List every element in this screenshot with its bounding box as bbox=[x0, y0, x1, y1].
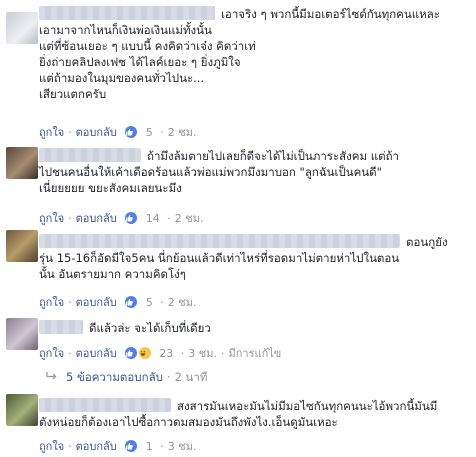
avatar[interactable] bbox=[6, 12, 38, 44]
like-icon bbox=[124, 439, 139, 453]
like-link[interactable]: ถูกใจ bbox=[39, 209, 64, 227]
timestamp[interactable]: 2 ชม. bbox=[168, 293, 197, 311]
comment-line: ถ้ามึงล้มตายไปเลยก็ดีจะได้ไม่เป็นภาระสัง… bbox=[147, 149, 400, 163]
like-link[interactable]: ถูกใจ bbox=[39, 123, 64, 141]
comment-text: ถ้ามึงล้มตายไปเลยก็ดีจะได้ไม่เป็นภาระสัง… bbox=[39, 148, 469, 196]
reaction-summary[interactable]: 14 bbox=[124, 211, 160, 225]
comment-line: ยิ่งถ่ายคลิปลงเฟซ ได้ไลค์เยอะ ๆ ยิ่งภูมิ… bbox=[39, 55, 241, 69]
view-replies-link[interactable]: 5 ข้อความตอบกลับ bbox=[66, 370, 163, 384]
like-icon bbox=[124, 125, 139, 139]
comment-line: เอาจริง ๆ พวกนี้มีมอเตอร์ไซด์กันทุกคนแหล… bbox=[221, 7, 440, 21]
comment-line: ตังหน่อยก็ต้องเอาไปซื้อกาวดมสมองมันถึงพั… bbox=[39, 415, 338, 429]
avatar[interactable] bbox=[6, 318, 38, 350]
comment-line: เสียวแตกครับ bbox=[39, 87, 107, 101]
reply-link[interactable]: ตอบกลับ bbox=[76, 344, 117, 362]
author-name[interactable] bbox=[39, 398, 171, 412]
comment-actions: ถูกใจ · ตอบกลับ 1 · 3 ชม. bbox=[39, 437, 196, 453]
reply-link[interactable]: ตอบกลับ bbox=[76, 209, 117, 227]
haha-icon bbox=[137, 346, 152, 360]
like-icon bbox=[124, 295, 139, 309]
comment-text: สงสารมันเหอะมันไม่มีมอไซกันทุกคนนะไอ้พวก… bbox=[39, 398, 469, 430]
author-name[interactable] bbox=[39, 234, 400, 248]
timestamp[interactable]: 3 ชม. bbox=[188, 344, 217, 362]
reaction-summary[interactable]: 5 bbox=[124, 125, 153, 139]
comment-line: แต่ถ้ามองในมุมของคนทั่วไปนะ... bbox=[39, 71, 205, 85]
comment-text: เอาจริง ๆ พวกนี้มีมอเตอร์ไซด์กันทุกคนแหล… bbox=[39, 6, 469, 102]
comment-line: นั้น อันตรายมาก ความคิดโง่ๆ bbox=[39, 267, 186, 281]
author-name[interactable] bbox=[39, 148, 141, 162]
comment-actions: ถูกใจ · ตอบกลับ 23 · 3 ชม. · มีการแก้ไข bbox=[39, 344, 281, 360]
reaction-count: 5 bbox=[145, 295, 153, 309]
comment-line: ดีแล้วล่ะ จะได้เก็บที่เดียว bbox=[89, 321, 211, 335]
like-link[interactable]: ถูกใจ bbox=[39, 437, 64, 455]
reaction-summary[interactable]: 1 bbox=[124, 439, 153, 453]
comment-text: ดีแล้วล่ะ จะได้เก็บที่เดียว bbox=[39, 320, 469, 336]
avatar[interactable] bbox=[6, 147, 38, 179]
comment-line: เอามาจากไหนก็เงินพ่อเงินแม่ทั้งนั้น bbox=[39, 23, 212, 37]
comment-text: ตอนกูยัง รุ่น 15-16ก็อัดมีใจ5คน นี่กย้อน… bbox=[39, 234, 469, 282]
avatar[interactable] bbox=[6, 230, 38, 262]
reply-link[interactable]: ตอบกลับ bbox=[76, 123, 117, 141]
timestamp[interactable]: 3 ชม. bbox=[168, 437, 197, 455]
comment-line: ตอนกูยัง bbox=[406, 235, 448, 249]
like-link[interactable]: ถูกใจ bbox=[39, 293, 64, 311]
reaction-count: 14 bbox=[145, 211, 160, 225]
comment-actions: ถูกใจ · ตอบกลับ 5 · 2 ชม. bbox=[39, 123, 196, 139]
comment-line: แต่ที่ซ้อนเยอะ ๆ แบบนี้ คงคิดว่าเจ๋ง คิด… bbox=[39, 39, 256, 53]
edited-label[interactable]: มีการแก้ไข bbox=[228, 344, 281, 362]
reaction-count: 5 bbox=[145, 125, 153, 139]
comment-line: ไปชนคนอื่นให้เค้าเดือดร้อนแล้วพ่อแม่พวกม… bbox=[39, 165, 382, 179]
reply-link[interactable]: ตอบกลับ bbox=[76, 437, 117, 455]
reaction-count: 23 bbox=[159, 346, 174, 360]
replies-timestamp: 2 นาที bbox=[174, 370, 208, 384]
comment-actions: ถูกใจ · ตอบกลับ 14 · 2 ชม. bbox=[39, 209, 203, 225]
timestamp[interactable]: 2 ชม. bbox=[175, 209, 204, 227]
comment-line: สงสารมันเหอะมันไม่มีมอไซกันทุกคนนะไอ้พวก… bbox=[177, 399, 438, 413]
comment-actions: ถูกใจ · ตอบกลับ 5 · 2 ชม. bbox=[39, 293, 196, 309]
like-icon bbox=[124, 211, 139, 225]
reaction-count: 1 bbox=[145, 439, 153, 453]
like-link[interactable]: ถูกใจ bbox=[39, 344, 64, 362]
author-name[interactable] bbox=[39, 6, 215, 20]
avatar[interactable] bbox=[6, 394, 38, 426]
reaction-summary[interactable]: 5 bbox=[124, 295, 153, 309]
comment-line: รุ่น 15-16ก็อัดมีใจ5คน นี่กย้อนแล้วดีเท่… bbox=[39, 251, 400, 265]
reaction-summary[interactable]: 23 bbox=[124, 346, 173, 360]
like-icon bbox=[124, 346, 139, 360]
comment-line: เนี่ยยยยย ขยะสังคมเลยนะมึง bbox=[39, 181, 182, 195]
timestamp[interactable]: 2 ชม. bbox=[168, 123, 197, 141]
author-name[interactable] bbox=[39, 320, 83, 334]
reply-arrow-icon bbox=[46, 370, 58, 384]
reply-link[interactable]: ตอบกลับ bbox=[76, 293, 117, 311]
view-replies-row: 5 ข้อความตอบกลับ · 2 นาที bbox=[46, 369, 207, 387]
